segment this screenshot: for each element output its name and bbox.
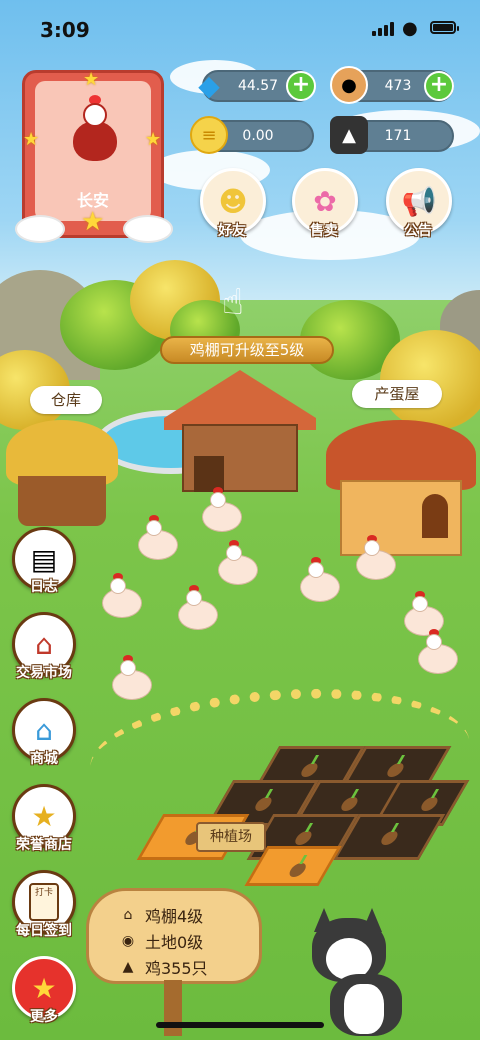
- egg-basket-icon: ●: [330, 66, 368, 104]
- field-sign: 种植场: [196, 822, 266, 852]
- chicken-coop[interactable]: [164, 370, 316, 492]
- house-icon: ⌂: [123, 907, 133, 923]
- star-icon: ★: [83, 69, 100, 90]
- coin-icon: ≡: [190, 116, 228, 154]
- diamond-icon: ◆: [198, 68, 220, 102]
- star-icon: ★: [31, 971, 57, 1005]
- market-label: 交易市场: [16, 665, 72, 681]
- honor-store-label: 荣誉商店: [16, 837, 72, 853]
- signal-icon: [372, 22, 394, 36]
- chicken[interactable]: [176, 585, 220, 632]
- wing-right-icon: [123, 215, 173, 243]
- chicken[interactable]: [402, 591, 446, 638]
- chicken[interactable]: [298, 557, 342, 604]
- land-level-row: ◉ 土地0级: [119, 929, 203, 953]
- honor-store-icon: ★: [31, 799, 57, 833]
- chicken[interactable]: [354, 535, 398, 582]
- chicken[interactable]: [216, 540, 260, 587]
- chicken-icon: ▲: [122, 959, 134, 975]
- star-icon: ★: [23, 129, 40, 150]
- status-time: 3:09: [40, 18, 90, 42]
- market-icon: ⌂: [35, 627, 53, 661]
- egg-house-tag[interactable]: 产蛋屋: [352, 380, 442, 408]
- sell-label: 售卖: [310, 223, 338, 239]
- avatar: 长安: [35, 81, 151, 221]
- more-label: 更多: [30, 1009, 58, 1025]
- friends-label: 好友: [218, 223, 246, 239]
- planting-field[interactable]: [136, 740, 470, 890]
- checkin-icon: 打卡: [29, 883, 59, 921]
- chicken[interactable]: [100, 573, 144, 620]
- chicken[interactable]: [110, 655, 154, 702]
- lollipop-icon: ✿: [313, 184, 337, 218]
- checkin-label: 每日签到: [16, 923, 72, 939]
- shop-icon: ⌂: [35, 713, 53, 747]
- wing-left-icon: [15, 215, 65, 243]
- egg-house[interactable]: [326, 420, 476, 560]
- husky-dog[interactable]: [300, 908, 430, 1036]
- status-bar: 3:09 ●: [0, 0, 480, 58]
- chicken[interactable]: [136, 515, 180, 562]
- chicken-count: 鸡355只: [145, 959, 208, 978]
- battery-icon: [430, 21, 459, 34]
- coop-level-row: ⌂ 鸡棚4级: [119, 903, 204, 927]
- home-indicator[interactable]: [156, 1022, 324, 1028]
- add-diamond-button[interactable]: +: [286, 71, 316, 101]
- megaphone-icon: 📢: [401, 184, 437, 218]
- chicken[interactable]: [416, 629, 460, 676]
- farm-info-board: ⌂ 鸡棚4级 ◉ 土地0级 ▲ 鸡355只: [86, 888, 262, 984]
- land-icon: ◉: [121, 933, 135, 949]
- land-level: 土地0级: [145, 933, 204, 952]
- warehouse-tag[interactable]: 仓库: [30, 386, 102, 414]
- chicken-count-row: ▲ 鸡355只: [119, 955, 208, 979]
- upgrade-banner[interactable]: 鸡棚可升级至5级: [160, 336, 334, 364]
- shield-badge-icon: ▲: [330, 116, 368, 154]
- warehouse[interactable]: [6, 420, 118, 530]
- announcement-label: 公告: [404, 223, 432, 239]
- chicken[interactable]: [200, 487, 244, 534]
- log-icon: ▤: [30, 542, 58, 576]
- pointer-hand-icon: ☝: [222, 282, 244, 323]
- checkin-card-text: 打卡: [34, 888, 53, 898]
- log-label: 日志: [30, 579, 58, 595]
- coop-level: 鸡棚4级: [145, 907, 204, 926]
- profile-card[interactable]: 长安 ★ ★ ★ ★: [15, 69, 173, 243]
- shop-label: 商城: [30, 751, 58, 767]
- rank-star-icon: ★: [81, 207, 105, 237]
- rooster-avatar-icon: [67, 95, 123, 169]
- add-egg-button[interactable]: +: [424, 71, 454, 101]
- wifi-icon: ●: [402, 18, 418, 39]
- friend-icon: ☻: [218, 184, 248, 218]
- star-icon: ★: [145, 129, 162, 150]
